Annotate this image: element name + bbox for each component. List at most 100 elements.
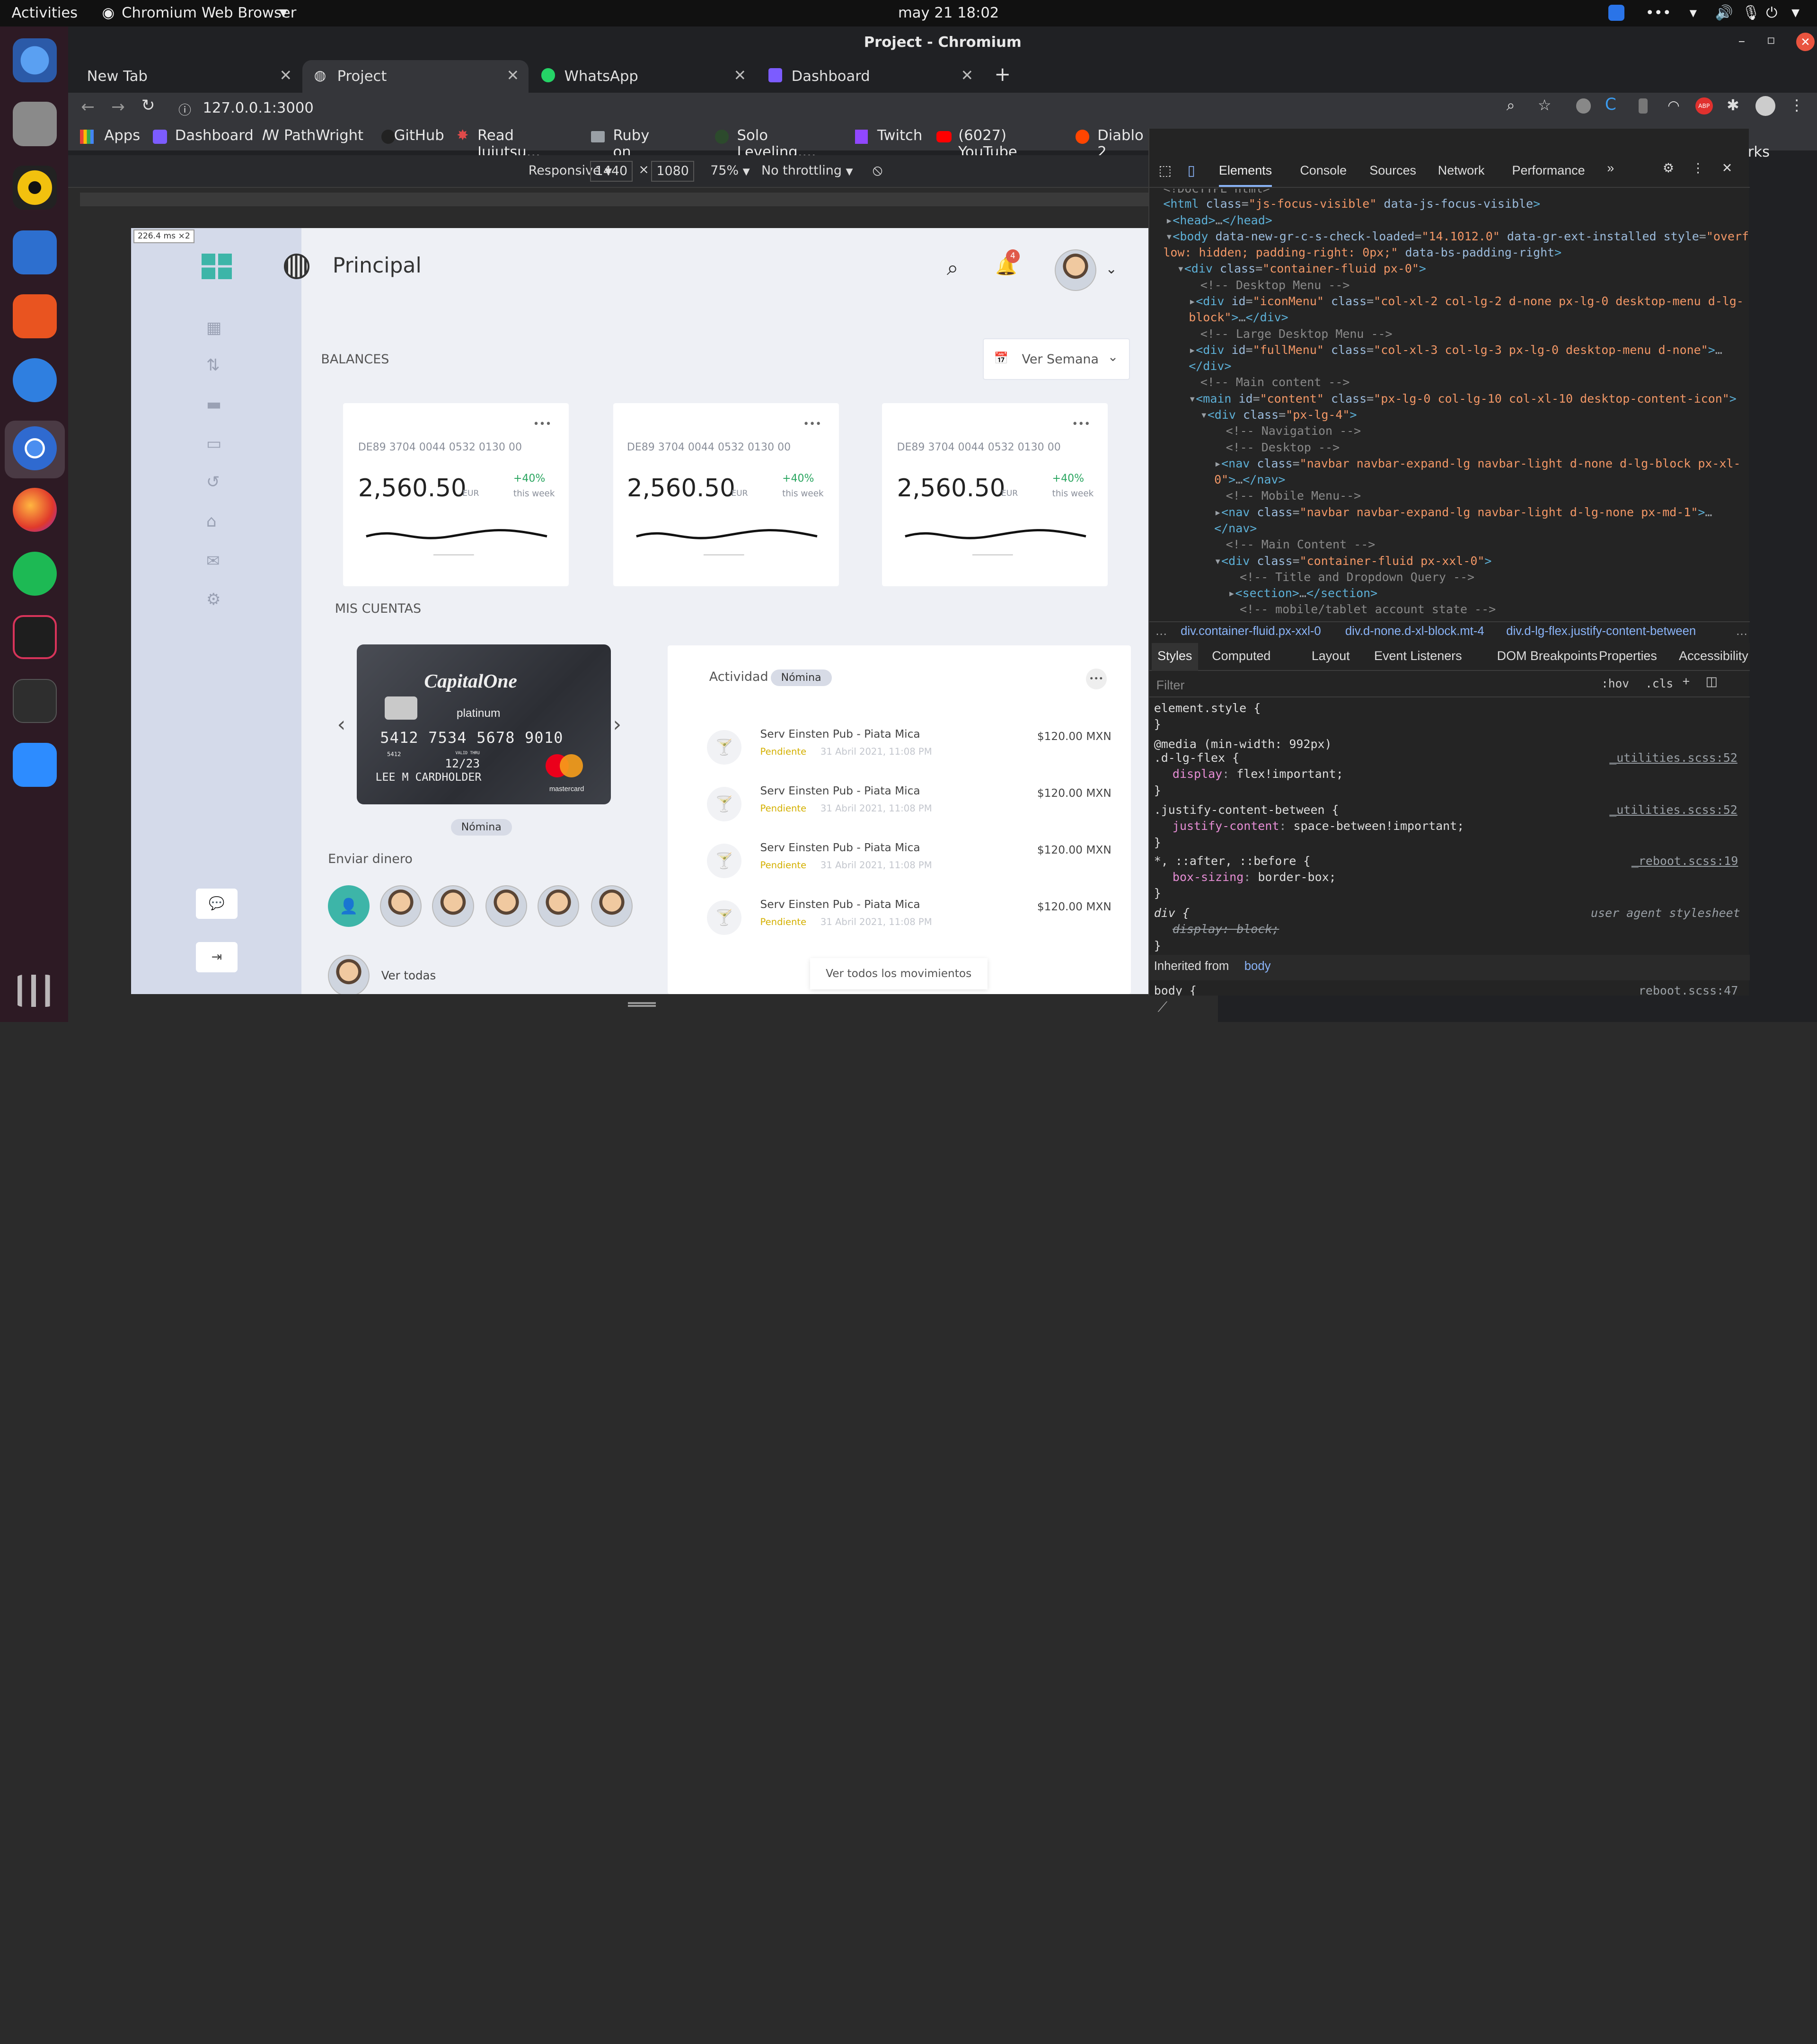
device-toggle-icon[interactable]: ▯ xyxy=(1188,162,1195,179)
mail-icon[interactable]: ✉ xyxy=(206,552,220,571)
zoom-lens-icon[interactable]: ⌕ xyxy=(1507,96,1515,115)
firefox-icon[interactable] xyxy=(12,488,57,532)
tab-project[interactable]: ◍ Project ✕ xyxy=(302,60,529,93)
chat-button[interactable]: 💬 xyxy=(195,889,238,919)
terminal-icon[interactable] xyxy=(12,679,57,723)
contact-avatar[interactable] xyxy=(485,885,528,927)
dom-line[interactable]: ▾<div class="container-fluid px-xxl-0"> xyxy=(1214,554,1491,568)
contact-avatar[interactable] xyxy=(380,885,422,927)
extension-c-icon[interactable]: C xyxy=(1605,95,1616,114)
source-link[interactable]: _reboot.scss:47 xyxy=(1632,984,1738,996)
activity-row[interactable]: 🍸 Serv Einsten Pub - Piata Mica Pendient… xyxy=(668,722,1131,773)
dom-line[interactable]: ▸<nav class="navbar navbar-expand-lg nav… xyxy=(1214,505,1712,519)
dashboard-icon[interactable]: ▦ xyxy=(206,318,221,337)
more-tray-icon[interactable]: ••• xyxy=(1646,5,1671,21)
contact-avatar[interactable] xyxy=(591,885,633,927)
close-tab-icon[interactable]: ✕ xyxy=(279,66,292,84)
rhythmbox-icon[interactable] xyxy=(12,166,57,210)
app-menu[interactable]: Chromium Web Browser xyxy=(122,5,296,21)
source-link[interactable]: _utilities.scss:52 xyxy=(1609,803,1738,817)
user-menu-chevron-icon[interactable]: ⌄ xyxy=(1105,261,1117,277)
tab-new-tab[interactable]: New Tab ✕ xyxy=(75,60,301,93)
tab-sources[interactable]: Sources xyxy=(1369,163,1416,178)
bookmark-pathwright[interactable]: PathWright xyxy=(284,127,363,144)
software-center-icon[interactable] xyxy=(12,294,57,339)
card-more-icon[interactable]: ••• xyxy=(803,418,821,430)
dom-line[interactable]: ▾<div class="container-fluid px-0"> xyxy=(1177,262,1426,275)
user-avatar[interactable] xyxy=(1054,249,1096,291)
toggle-sidebar-icon[interactable]: ◫ xyxy=(1705,674,1717,689)
resize-handle-bottom[interactable] xyxy=(628,1002,656,1007)
dom-tree[interactable]: <!DOCTYPE html> <html class="js-focus-vi… xyxy=(1149,189,1750,621)
balance-card[interactable]: ••• DE89 3704 0044 0532 0130 00 2,560.50… xyxy=(882,403,1108,587)
close-window-icon[interactable]: ✕ xyxy=(1796,32,1815,51)
tab-event-listeners[interactable]: Event Listeners xyxy=(1374,649,1462,663)
show-apps-icon[interactable] xyxy=(12,974,57,1007)
brand-logo-icon[interactable] xyxy=(284,254,309,280)
maximize-icon[interactable]: ▫ xyxy=(1767,33,1775,47)
activity-filter-chip[interactable]: Nómina xyxy=(770,670,832,687)
wifi-icon[interactable]: ▾ xyxy=(1690,5,1697,21)
extension-2-icon[interactable] xyxy=(1638,98,1648,114)
rule-element-style[interactable]: element.style { xyxy=(1154,701,1261,715)
close-tab-icon[interactable]: ✕ xyxy=(961,66,973,84)
contact-avatar[interactable] xyxy=(328,954,370,995)
activity-row[interactable]: 🍸 Serv Einsten Pub - Piata Mica Pendient… xyxy=(668,892,1131,943)
throttling-dropdown[interactable]: No throttling ▼ xyxy=(761,163,853,178)
new-rule-icon[interactable]: + xyxy=(1682,674,1690,689)
dom-line[interactable]: ▸<div id="iconMenu" class="col-xl-2 col-… xyxy=(1189,294,1744,308)
tab-console[interactable]: Console xyxy=(1300,163,1347,178)
zoom-dropdown[interactable]: 75% ▼ xyxy=(710,163,750,178)
writer-icon[interactable] xyxy=(12,230,57,275)
source-link[interactable]: _utilities.scss:52 xyxy=(1609,751,1738,765)
see-all-link[interactable]: Ver todas xyxy=(381,969,436,982)
dom-line[interactable]: ▸<nav class="navbar navbar-expand-lg nav… xyxy=(1214,457,1740,470)
devtools-menu-icon[interactable]: ⋮ xyxy=(1692,161,1704,176)
cls-toggle[interactable]: .cls xyxy=(1645,677,1673,690)
dom-line[interactable]: <html class="js-focus-visible" data-js-f… xyxy=(1163,197,1540,211)
forward-icon[interactable]: → xyxy=(111,97,125,116)
tab-dashboard[interactable]: Dashboard ✕ xyxy=(757,60,983,93)
rule-selector[interactable]: div { xyxy=(1154,906,1190,920)
profile-avatar-icon[interactable] xyxy=(1755,96,1775,116)
activity-more-icon[interactable]: ••• xyxy=(1085,669,1107,690)
tab-elements[interactable]: Elements xyxy=(1218,163,1272,187)
activities-button[interactable]: Activities xyxy=(11,5,78,21)
dom-line[interactable]: ▾<main id="content" class="px-lg-0 col-l… xyxy=(1189,392,1737,405)
rubymine-icon[interactable] xyxy=(12,615,57,660)
tab-network[interactable]: Network xyxy=(1438,163,1485,178)
close-devtools-icon[interactable]: ✕ xyxy=(1722,161,1733,176)
tab-computed[interactable]: Computed xyxy=(1212,649,1270,663)
files-icon[interactable] xyxy=(12,102,57,146)
tab-dom-breakpoints[interactable]: DOM Breakpoints xyxy=(1497,649,1597,663)
back-icon[interactable]: ← xyxy=(81,97,95,116)
extension-3-icon[interactable]: ◠ xyxy=(1667,97,1680,114)
system-menu-chevron-icon[interactable]: ▼ xyxy=(1791,7,1799,19)
bank-icon[interactable]: ⌂ xyxy=(206,512,217,531)
dom-line[interactable]: ▸<head>…</head> xyxy=(1165,213,1272,227)
power-icon[interactable]: ⏻ xyxy=(1766,5,1777,22)
zoom-tray-icon[interactable] xyxy=(1608,4,1625,21)
carousel-prev-icon[interactable]: ‹ xyxy=(337,713,346,737)
extension-1-icon[interactable] xyxy=(1576,98,1591,114)
rule-selector[interactable]: body { xyxy=(1154,984,1197,996)
rule-selector[interactable]: .d-lg-flex { xyxy=(1154,751,1239,765)
dom-line[interactable]: ▸<div id="fullMenu" class="col-xl-3 col-… xyxy=(1189,343,1722,357)
tab-layout[interactable]: Layout xyxy=(1312,649,1350,663)
credit-card[interactable]: CapitalOne platinum 5412 7534 5678 9010 … xyxy=(357,644,611,804)
extensions-puzzle-icon[interactable]: ✱ xyxy=(1727,96,1739,114)
thunderbird-icon[interactable] xyxy=(12,38,57,82)
rule-selector[interactable]: *, ::after, ::before { xyxy=(1154,854,1311,868)
breadcrumb-item[interactable]: div.container-fluid.px-xxl-0 xyxy=(1181,625,1321,638)
rotate-icon[interactable]: ⦸ xyxy=(873,161,882,179)
rule-selector[interactable]: .justify-content-between { xyxy=(1154,803,1339,817)
settings-icon[interactable]: ⚙ xyxy=(206,590,221,609)
logout-button[interactable]: ⇥ xyxy=(195,942,238,972)
all-movements-button[interactable]: Ver todos los movimientos xyxy=(810,958,988,990)
carousel-next-icon[interactable]: › xyxy=(613,713,622,737)
new-tab-button[interactable]: + xyxy=(994,62,1011,86)
dom-line[interactable]: ▸<section>…</section> xyxy=(1228,586,1377,600)
close-tab-icon[interactable]: ✕ xyxy=(506,66,519,84)
range-select[interactable]: 📅 Ver Semana ⌄ xyxy=(982,338,1130,380)
minimize-icon[interactable]: – xyxy=(1738,33,1746,49)
